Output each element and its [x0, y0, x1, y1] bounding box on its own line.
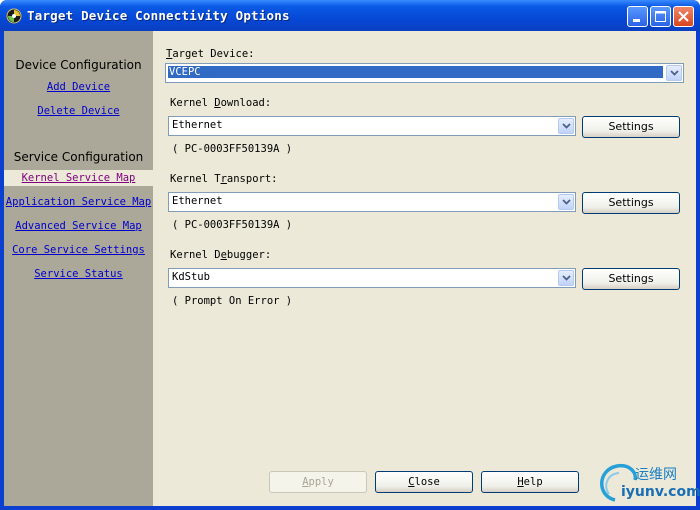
title-bar[interactable]: Target Device Connectivity Options: [0, 0, 700, 32]
kernel-debugger-value: KdStub: [172, 271, 210, 283]
kernel-transport-settings-button[interactable]: Settings: [582, 192, 680, 214]
target-device-label: Target Device:: [166, 48, 255, 60]
close-button[interactable]: Close: [375, 471, 473, 493]
close-window-button[interactable]: [673, 6, 694, 27]
kernel-download-info: ( PC-0003FF50139A ): [172, 143, 293, 155]
kernel-transport-value: Ethernet: [172, 195, 223, 207]
service-configuration-heading: Service Configuration: [13, 150, 144, 164]
sidebar-link-core-service-settings[interactable]: Core Service Settings: [4, 242, 153, 258]
kernel-debugger-dropdown-button[interactable]: [558, 270, 574, 286]
button-label: pply: [308, 476, 334, 488]
button-label: lose: [414, 476, 440, 488]
kernel-debugger-select[interactable]: KdStub: [168, 268, 576, 288]
kernel-debugger-label: Kernel Debugger:: [170, 249, 271, 261]
app-icon: [6, 8, 22, 24]
help-button[interactable]: Help: [481, 471, 579, 493]
kernel-transport-info: ( PC-0003FF50139A ): [172, 219, 293, 231]
chevron-down-icon: [562, 275, 571, 281]
apply-button[interactable]: Apply: [269, 471, 367, 493]
watermark-cn-text: 运维网: [635, 467, 677, 483]
label-text: ownload:: [220, 97, 272, 109]
target-device-dropdown-button[interactable]: [666, 65, 682, 81]
button-label: elp: [523, 476, 543, 488]
sidebar-link-add-device[interactable]: Add Device: [4, 79, 153, 95]
sidebar-link-advanced-service-map[interactable]: Advanced Service Map: [4, 218, 153, 234]
watermark-logo: 运维网 iyunv.com: [595, 460, 700, 505]
sidebar: Device Configuration Add Device Delete D…: [4, 31, 153, 506]
kernel-debugger-settings-button[interactable]: Settings: [582, 268, 680, 290]
dialog-client: Device Configuration Add Device Delete D…: [4, 31, 696, 506]
window-title: Target Device Connectivity Options: [27, 8, 290, 23]
kernel-transport-dropdown-button[interactable]: [558, 194, 574, 210]
sidebar-link-service-status[interactable]: Service Status: [4, 266, 153, 282]
chevron-down-icon: [562, 123, 571, 129]
device-configuration-heading: Device Configuration: [15, 58, 142, 72]
label-text: Kernel T: [170, 173, 221, 185]
maximize-icon: [655, 11, 666, 22]
label-text: arget Device:: [172, 48, 255, 60]
kernel-transport-select[interactable]: Ethernet: [168, 192, 576, 212]
chevron-down-icon: [562, 199, 571, 205]
target-device-select[interactable]: VCEPC: [165, 63, 684, 83]
kernel-download-value: Ethernet: [172, 119, 223, 131]
kernel-download-dropdown-button[interactable]: [558, 118, 574, 134]
kernel-download-select[interactable]: Ethernet: [168, 116, 576, 136]
kernel-download-label: Kernel Download:: [170, 97, 271, 109]
kernel-debugger-info: ( Prompt On Error ): [172, 295, 293, 307]
sidebar-link-kernel-service-map[interactable]: Kernel Service Map: [4, 170, 153, 186]
maximize-button[interactable]: [650, 6, 671, 27]
dialog-window: Target Device Connectivity Options Devic…: [0, 0, 700, 510]
target-device-value: VCEPC: [168, 66, 663, 78]
label-text: bugger:: [226, 249, 272, 261]
close-icon: [678, 11, 689, 22]
chevron-down-icon: [670, 70, 679, 76]
minimize-button[interactable]: [627, 6, 648, 27]
sidebar-link-delete-device[interactable]: Delete Device: [4, 103, 153, 119]
sidebar-link-application-service-map[interactable]: Application Service Map: [4, 194, 153, 210]
label-text: ansport:: [226, 173, 278, 185]
kernel-download-settings-button[interactable]: Settings: [582, 116, 680, 138]
minimize-icon: [633, 19, 640, 22]
label-text: Kernel D: [170, 249, 221, 261]
watermark-url-text: iyunv.com: [621, 484, 700, 500]
kernel-transport-label: Kernel Transport:: [170, 173, 277, 185]
label-text: Kernel: [170, 97, 215, 109]
